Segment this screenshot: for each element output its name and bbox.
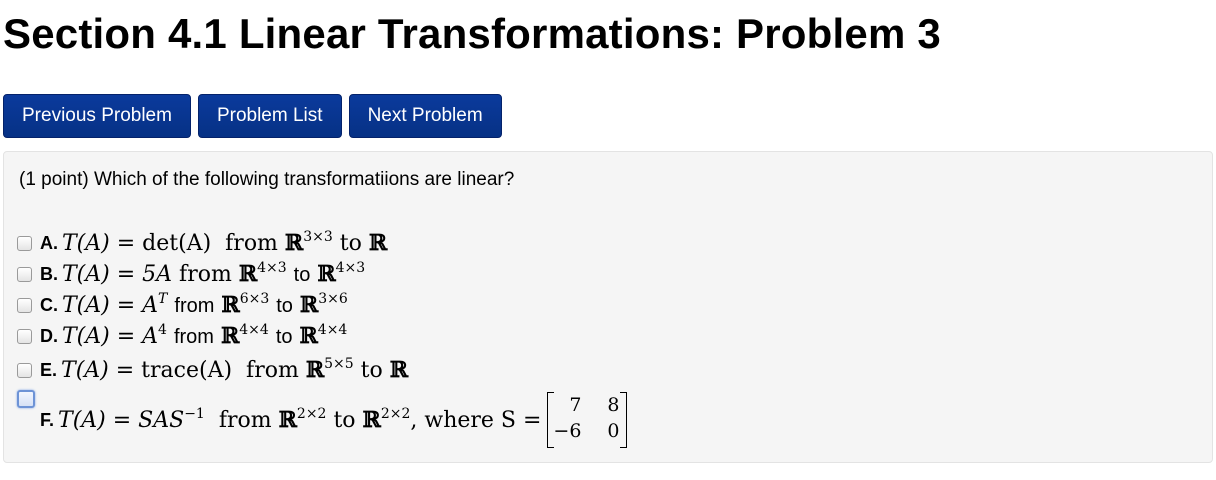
codomain-dimension: 3×6	[318, 291, 348, 307]
to-word: to	[275, 326, 293, 348]
domain-space: ℝ	[220, 323, 240, 349]
choice-e: E. T(A) = trace(A) from ℝ5×5 to ℝ	[17, 356, 408, 384]
codomain-space: ℝ	[362, 407, 381, 433]
formula-rhs: 5A	[142, 262, 173, 287]
choice-letter: D.	[40, 325, 58, 346]
formula-lhs: T(A) =	[62, 324, 143, 349]
formula-rhs: A	[142, 324, 159, 349]
choice-a-formula: T(A) = det(A) from ℝ3×3 to ℝ	[62, 230, 387, 256]
matrix-cell: −6	[553, 420, 582, 442]
domain-dimension: 5×5	[324, 356, 354, 372]
from-word: from	[246, 358, 299, 383]
formula-lhs: T(A) =	[62, 231, 143, 256]
choice-letter: C.	[40, 294, 58, 315]
formula-rhs: A	[142, 293, 159, 318]
to-word: to	[333, 408, 356, 433]
to-word: to	[360, 358, 383, 383]
domain-space: ℝ	[284, 230, 304, 256]
domain-dimension: 2×2	[296, 406, 327, 422]
choice-c-formula: T(A) = AT from ℝ6×3 to ℝ3×6	[62, 292, 348, 318]
domain-dimension: 4×3	[257, 260, 287, 276]
choice-b-formula: T(A) = 5A from ℝ4×3 to ℝ4×3	[62, 261, 365, 287]
choice-a-checkbox[interactable]	[17, 235, 32, 251]
problem-navigation: Previous Problem Problem List Next Probl…	[3, 94, 502, 140]
formula-exponent: −1	[184, 406, 205, 422]
choice-b-checkbox[interactable]	[17, 266, 32, 282]
matrix-cell: 7	[569, 394, 582, 416]
codomain-space: ℝ	[317, 261, 336, 287]
formula-lhs: T(A) =	[62, 262, 143, 287]
domain-dimension: 4×4	[239, 322, 269, 338]
formula-exponent: T	[158, 291, 168, 307]
codomain-dimension: 4×4	[317, 322, 348, 338]
domain-dimension: 3×3	[303, 229, 333, 245]
from-word: from	[218, 408, 272, 433]
matrix-cell: 0	[607, 420, 620, 442]
from-word: from	[225, 231, 278, 256]
domain-space: ℝ	[238, 261, 258, 287]
choice-f-checkbox[interactable]	[17, 390, 35, 408]
domain-space: ℝ	[278, 407, 297, 433]
choice-d-formula: T(A) = A4 from ℝ4×4 to ℝ4×4	[62, 323, 347, 349]
formula-lhs: T(A) =	[62, 293, 143, 318]
domain-space: ℝ	[221, 292, 240, 318]
choice-b: B. T(A) = 5A from ℝ4×3 to ℝ4×3	[17, 260, 365, 288]
choice-d: D. T(A) = A4 from ℝ4×4 to ℝ4×4	[17, 322, 347, 350]
choice-e-formula: T(A) = trace(A) from ℝ5×5 to ℝ	[61, 357, 408, 383]
codomain-space: ℝ	[368, 230, 388, 256]
to-word: to	[276, 295, 293, 317]
choice-f-formula: T(A) = SAS−1 from ℝ2×2 to ℝ2×2, where S =	[58, 407, 541, 433]
choice-a: A. T(A) = det(A) from ℝ3×3 to ℝ	[17, 229, 387, 257]
from-word: from	[173, 326, 214, 348]
codomain-dimension: 2×2	[380, 406, 411, 422]
page-title: Section 4.1 Linear Transformations: Prob…	[3, 10, 941, 57]
to-word: to	[293, 264, 311, 286]
problem-panel: (1 point) Which of the following transfo…	[3, 151, 1213, 463]
choice-e-checkbox[interactable]	[17, 362, 32, 378]
question-text: (1 point) Which of the following transfo…	[19, 169, 515, 190]
formula-rhs: SAS	[138, 408, 185, 433]
codomain-space: ℝ	[389, 357, 409, 383]
choice-letter: A.	[40, 232, 58, 253]
formula-lhs: T(A) =	[58, 408, 139, 433]
choice-c-checkbox[interactable]	[17, 297, 32, 313]
codomain-dimension: 4×3	[335, 260, 366, 276]
choice-c: C. T(A) = AT from ℝ6×3 to ℝ3×6	[17, 291, 348, 319]
previous-problem-button[interactable]: Previous Problem	[3, 94, 191, 138]
choice-d-checkbox[interactable]	[17, 328, 32, 344]
matrix-cell: 8	[607, 394, 620, 416]
codomain-space: ℝ	[299, 323, 318, 349]
codomain-space: ℝ	[299, 292, 319, 318]
matrix-right-bracket	[620, 392, 628, 448]
from-word: from	[174, 295, 215, 317]
formula-rhs: det(A)	[142, 231, 212, 256]
problem-list-button[interactable]: Problem List	[197, 94, 342, 138]
from-word: from	[179, 262, 232, 287]
to-word: to	[339, 231, 362, 256]
choice-letter: F.	[40, 409, 55, 430]
choice-letter: B.	[40, 263, 58, 284]
choice-f: F. T(A) = SAS−1 from ℝ2×2 to ℝ2×2, where …	[17, 386, 628, 448]
choice-letter: E.	[40, 359, 58, 380]
formula-lhs: T(A) =	[61, 358, 142, 383]
formula-exponent: 4	[158, 322, 167, 338]
formula-rhs: trace(A)	[141, 358, 233, 383]
next-problem-button[interactable]: Next Problem	[348, 94, 502, 138]
matrix-s: 7 8 −6 0	[547, 392, 628, 448]
where-clause: , where S =	[410, 408, 542, 433]
domain-space: ℝ	[305, 357, 325, 383]
domain-dimension: 6×3	[239, 291, 270, 307]
